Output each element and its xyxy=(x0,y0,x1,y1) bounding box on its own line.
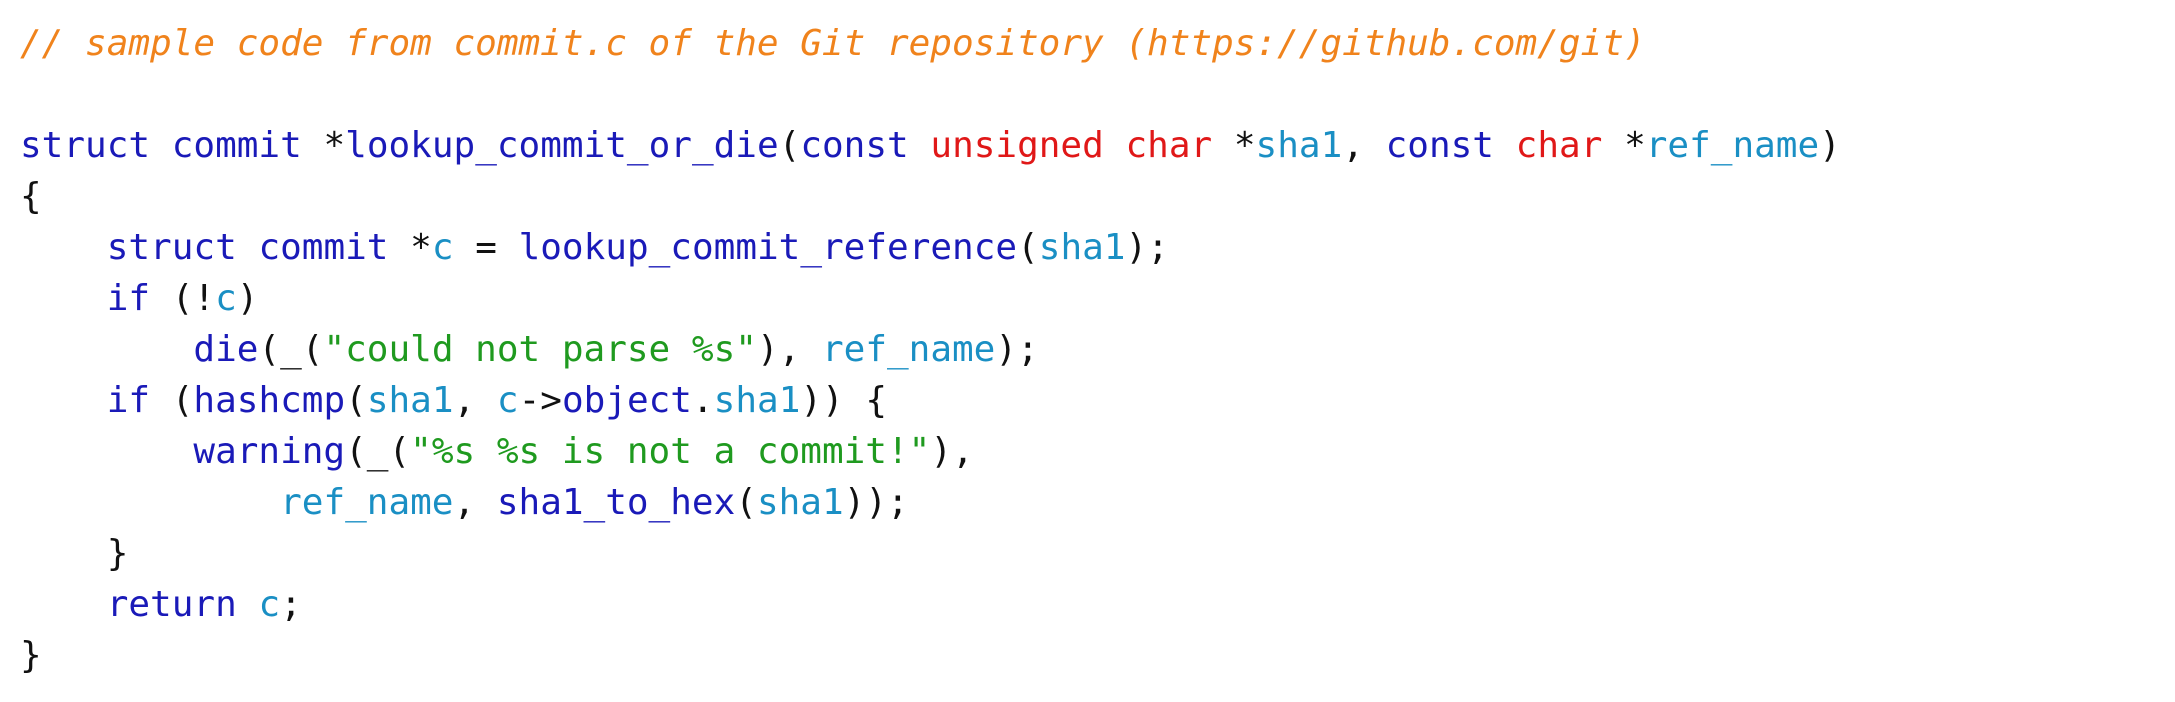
code-token-keyword: commit xyxy=(258,227,389,268)
code-token-punct: (! xyxy=(150,278,216,319)
code-token-keyword: struct xyxy=(20,125,151,166)
code-token-keyword: commit xyxy=(171,125,302,166)
code-token-ident: sha1 xyxy=(1255,125,1343,166)
code-line: } xyxy=(20,528,1841,579)
code-token-keyword: if xyxy=(106,278,151,319)
code-token-keyword: const xyxy=(1385,125,1494,166)
code-token-punct: ) xyxy=(1819,125,1841,166)
code-token-keyword: if xyxy=(106,380,151,421)
code-token-punct: ( xyxy=(150,380,194,421)
code-line: struct commit *c = lookup_commit_referen… xyxy=(20,222,1841,273)
code-token-ident: ref_name xyxy=(1645,125,1820,166)
code-token-type: char xyxy=(1515,125,1603,166)
code-token-punct: } xyxy=(106,533,129,574)
code-token-punct: ), xyxy=(756,329,822,370)
code-token-ident: c xyxy=(215,278,237,319)
code-token-func: hashcmp xyxy=(193,380,346,421)
code-line: return c; xyxy=(20,579,1841,630)
code-token-keyword: const xyxy=(800,125,909,166)
code-token-punct: ; xyxy=(280,584,302,625)
code-line: } xyxy=(20,630,1841,681)
code-token-func: lookup_commit_or_die xyxy=(345,125,779,166)
code-line: struct commit *lookup_commit_or_die(cons… xyxy=(20,120,1841,171)
code-token-string: "%s %s is not a commit!" xyxy=(410,431,931,472)
code-token-punct: ) xyxy=(236,278,259,319)
code-token-punct: * xyxy=(1233,125,1256,166)
code-token-punct: = xyxy=(453,227,519,268)
code-token-ident: ref_name xyxy=(821,329,996,370)
code-comment-line: // sample code from commit.c of the Git … xyxy=(20,18,1841,69)
code-token-punct: ( xyxy=(735,482,757,523)
code-token-punct: (_( xyxy=(258,329,324,370)
code-token-punct: * xyxy=(410,227,432,268)
code-token-punct: ( xyxy=(778,125,801,166)
code-token-punct: , xyxy=(453,482,497,523)
code-line: if (hashcmp(sha1, c->object.sha1)) { xyxy=(20,375,1841,426)
code-token-punct: ), xyxy=(930,431,974,472)
code-token-punct: } xyxy=(20,635,42,676)
code-token-punct: )) { xyxy=(800,380,888,421)
code-token-func: warning xyxy=(193,431,346,472)
code-line: if (!c) xyxy=(20,273,1841,324)
code-token-ident: c xyxy=(496,380,519,421)
code-token-keyword: return xyxy=(106,584,237,625)
code-token-punct: { xyxy=(20,176,42,217)
code-token-punct: ); xyxy=(995,329,1039,370)
code-token-ident: c xyxy=(431,227,454,268)
code-token-type: unsigned xyxy=(930,125,1104,166)
code-token-punct: . xyxy=(691,380,714,421)
code-token-func: lookup_commit_reference xyxy=(518,227,1018,268)
code-line: warning(_("%s %s is not a commit!"), xyxy=(20,426,1841,477)
code-token-ident: ref_name xyxy=(280,482,454,523)
code-token-punct: ); xyxy=(1125,227,1169,268)
code-token-punct: , xyxy=(453,380,497,421)
code-token-func: sha1_to_hex xyxy=(496,482,736,523)
code-token-string: "could not parse %s" xyxy=(323,329,757,370)
code-block: // sample code from commit.c of the Git … xyxy=(20,18,1841,681)
code-line: ref_name, sha1_to_hex(sha1)); xyxy=(20,477,1841,528)
code-token-func: die xyxy=(193,329,259,370)
code-token-punct: , xyxy=(1342,125,1386,166)
code-token-punct: ( xyxy=(345,380,367,421)
code-token-ident: c xyxy=(258,584,281,625)
code-token-ident: sha1 xyxy=(1038,227,1126,268)
code-token-keyword: struct xyxy=(106,227,237,268)
code-token-punct: ( xyxy=(1017,227,1039,268)
code-token-punct: (_( xyxy=(345,431,411,472)
code-line: die(_("could not parse %s"), ref_name); xyxy=(20,324,1841,375)
code-token-punct: * xyxy=(1624,125,1646,166)
code-token-punct: -> xyxy=(518,380,562,421)
code-token-punct: * xyxy=(323,125,346,166)
code-token-type: char xyxy=(1125,125,1213,166)
code-token-ident: sha1 xyxy=(756,482,844,523)
code-token-func: object xyxy=(561,380,692,421)
code-token-punct: )); xyxy=(843,482,909,523)
code-token-ident: sha1 xyxy=(713,380,801,421)
code-token-ident: sha1 xyxy=(366,380,454,421)
code-token-comment: // sample code from commit.c of the Git … xyxy=(20,23,1646,64)
code-line: { xyxy=(20,171,1841,222)
